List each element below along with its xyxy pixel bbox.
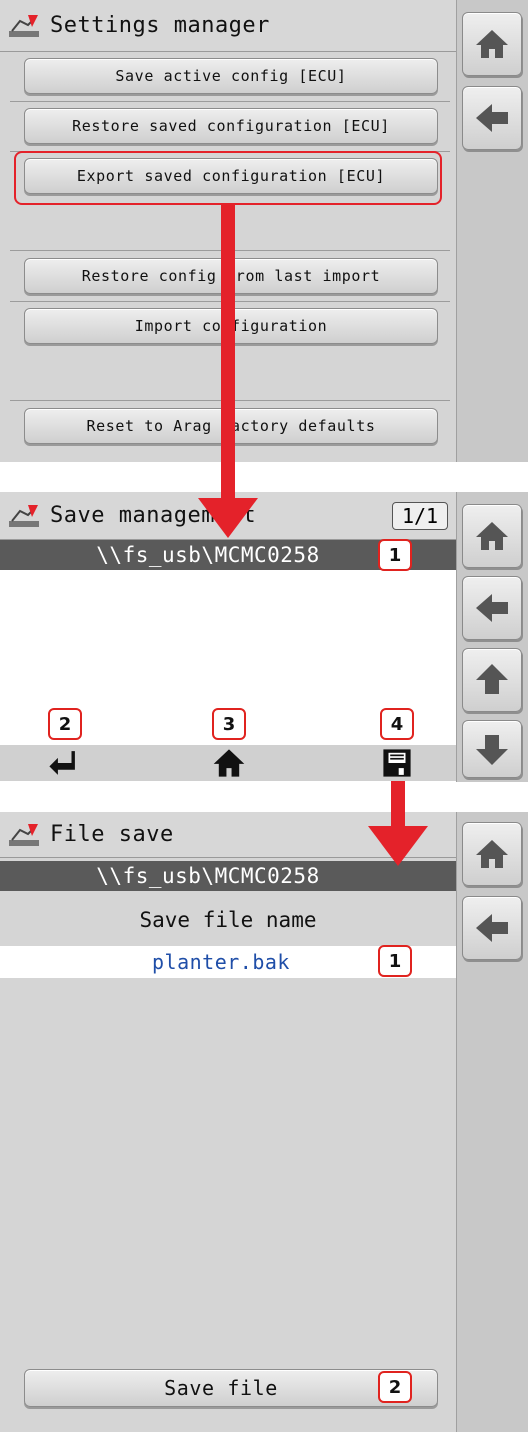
divider (10, 101, 450, 102)
return-icon[interactable] (46, 746, 80, 780)
callout-badge: 2 (48, 708, 82, 740)
settings-manager-title-bar: Settings manager (0, 0, 456, 52)
callout-badge: 4 (380, 708, 414, 740)
callout-badge: 2 (378, 1371, 412, 1403)
home-icon (476, 840, 508, 868)
up-arrow-icon (476, 664, 508, 694)
app-logo-icon (9, 14, 39, 37)
home-icon[interactable] (212, 746, 246, 780)
down-arrow-icon (476, 735, 508, 765)
save-file-label: Save file (164, 1376, 278, 1400)
current-path: \\fs_usb\MCMC0258 (96, 864, 320, 888)
back-arrow-icon (476, 914, 508, 942)
home-icon (476, 30, 508, 58)
home-button[interactable] (462, 822, 522, 886)
flow-arrow-1-head (198, 498, 258, 538)
callout-badge: 1 (378, 539, 412, 571)
save-file-name-label: Save file name (139, 908, 317, 932)
home-button[interactable] (462, 504, 522, 568)
page-title: Settings manager (50, 13, 270, 38)
app-logo-icon (9, 823, 39, 846)
restore-saved-configuration-button[interactable]: Restore saved configuration [ECU] (24, 108, 438, 144)
back-arrow-icon (476, 104, 508, 132)
current-path: \\fs_usb\MCMC0258 (96, 543, 320, 567)
flow-arrow-1-shaft (221, 205, 235, 505)
back-arrow-icon (476, 594, 508, 622)
export-highlight-box (14, 151, 442, 205)
page-counter: 1/1 (392, 502, 448, 530)
flow-arrow-2-head (368, 826, 428, 866)
save-active-config-button[interactable]: Save active config [ECU] (24, 58, 438, 94)
app-logo-icon (9, 504, 39, 527)
back-button[interactable] (462, 86, 522, 150)
callout-badge: 3 (212, 708, 246, 740)
back-button[interactable] (462, 896, 522, 960)
back-button[interactable] (462, 576, 522, 640)
callout-badge: 1 (378, 945, 412, 977)
home-button[interactable] (462, 12, 522, 76)
scroll-up-button[interactable] (462, 648, 522, 712)
save-file-button[interactable]: Save file (24, 1369, 438, 1407)
flow-arrow-2-shaft (391, 781, 405, 831)
file-name-value: planter.bak (152, 950, 290, 974)
page-title: File save (50, 822, 174, 847)
home-icon (476, 522, 508, 550)
scroll-down-button[interactable] (462, 720, 522, 778)
floppy-disk-icon[interactable] (380, 746, 414, 780)
